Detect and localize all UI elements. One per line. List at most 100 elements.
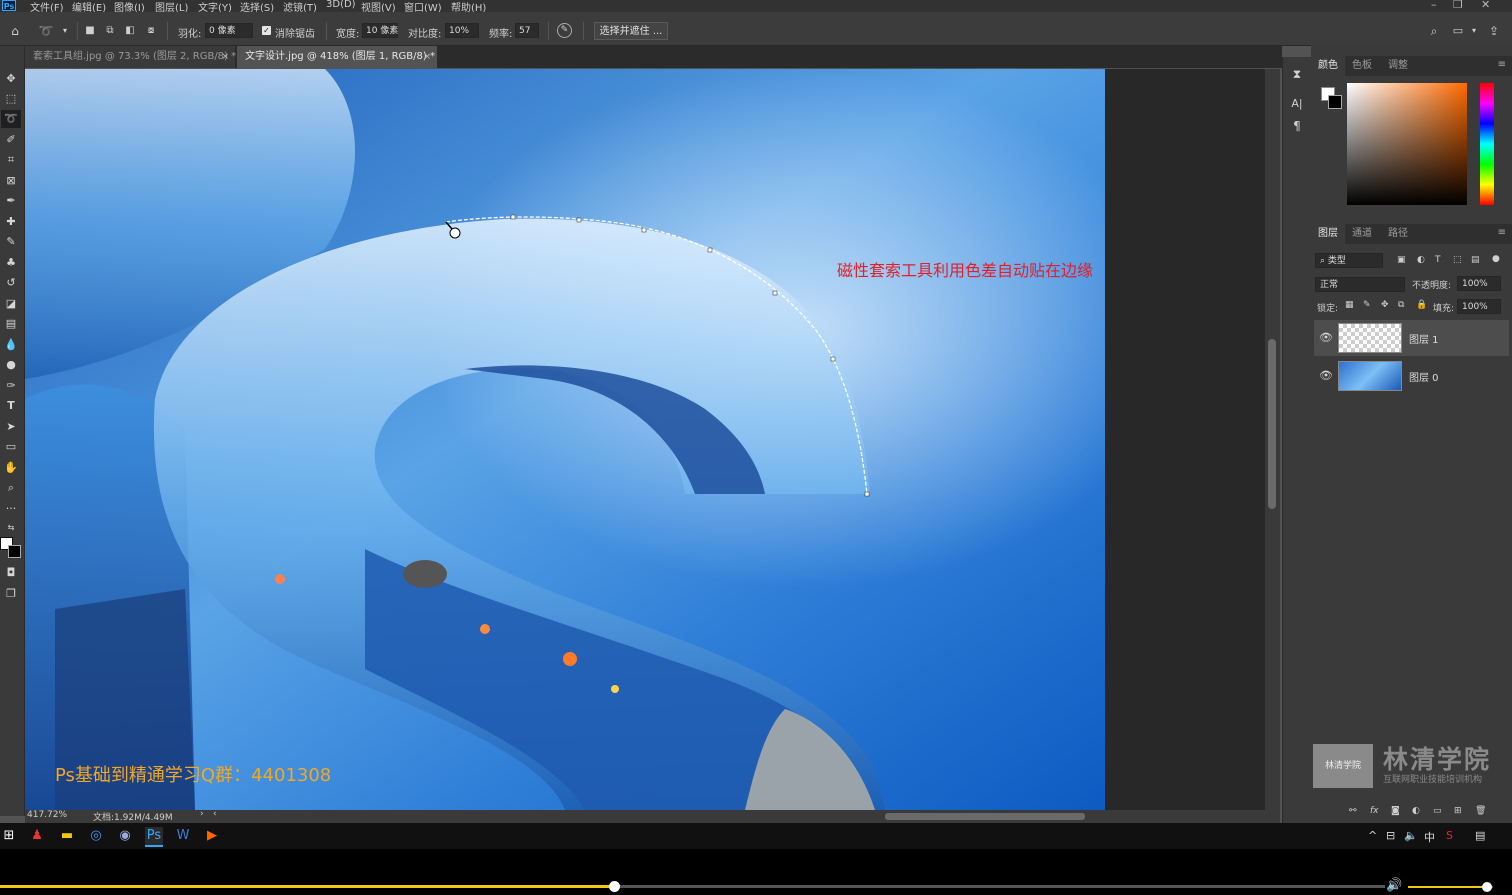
vertical-scrollbar[interactable] bbox=[1265, 69, 1280, 810]
lock-position-icon[interactable]: ✥ bbox=[1381, 300, 1389, 310]
horizontal-scrollbar-thumb[interactable] bbox=[885, 813, 1085, 820]
layer-name[interactable]: 图层 0 bbox=[1409, 369, 1439, 384]
word-icon[interactable]: W bbox=[174, 827, 192, 845]
lock-transparency-icon[interactable]: ▦ bbox=[1345, 300, 1354, 310]
tab-adjustments[interactable]: 调整 bbox=[1381, 56, 1415, 76]
tab-swatches[interactable]: 色板 bbox=[1345, 56, 1379, 76]
filter-adjustment-icon[interactable]: ◐ bbox=[1417, 255, 1425, 265]
trash-icon[interactable]: 🗑 bbox=[1475, 806, 1486, 816]
paragraph-panel-icon[interactable]: ¶ bbox=[1289, 119, 1305, 135]
layer-row-layer-1[interactable]: 👁 图层 1 bbox=[1314, 320, 1509, 356]
antialias-checkbox[interactable]: ✓ bbox=[262, 26, 271, 35]
filter-toggle-icon[interactable]: ● bbox=[1492, 254, 1500, 264]
history-panel-icon[interactable]: ⧗ bbox=[1289, 67, 1305, 83]
hand-tool-icon[interactable]: ✋ bbox=[1, 459, 21, 477]
clone-stamp-tool-icon[interactable]: ♣ bbox=[1, 254, 21, 272]
network-icon[interactable]: ⊟ bbox=[1386, 829, 1395, 842]
blend-mode-select[interactable]: 正常 bbox=[1315, 277, 1405, 292]
filter-smart-object-icon[interactable]: ▤ bbox=[1471, 255, 1480, 265]
blur-tool-icon[interactable]: 💧 bbox=[1, 336, 21, 354]
tray-chevron-up-icon[interactable]: ^ bbox=[1368, 829, 1377, 842]
history-brush-tool-icon[interactable]: ↺ bbox=[1, 274, 21, 292]
select-and-mask-button[interactable]: 选择并遮住 ... bbox=[594, 22, 668, 40]
adjustment-icon[interactable]: ◐ bbox=[1412, 806, 1420, 816]
gradient-tool-icon[interactable]: ▤ bbox=[1, 315, 21, 333]
width-input[interactable]: 10 像素 bbox=[362, 23, 398, 38]
layer-filter-select[interactable]: ⌕ 类型 bbox=[1315, 253, 1383, 268]
hue-slider[interactable] bbox=[1480, 83, 1494, 205]
chevron-left-icon[interactable]: ‹ bbox=[213, 809, 217, 819]
new-selection-icon[interactable]: ■ bbox=[82, 23, 98, 39]
panel-menu-icon[interactable]: ≡ bbox=[1498, 227, 1506, 238]
quick-selection-tool-icon[interactable]: ✐ bbox=[1, 131, 21, 149]
background-color-swatch[interactable] bbox=[1328, 95, 1342, 109]
input-method-icon[interactable]: S bbox=[1446, 829, 1453, 842]
browser-icon[interactable]: ◎ bbox=[87, 827, 105, 845]
eraser-tool-icon[interactable]: ◪ bbox=[1, 295, 21, 313]
frequency-input[interactable]: 57 bbox=[515, 23, 539, 38]
volume-knob[interactable] bbox=[1482, 882, 1493, 892]
filter-pixel-icon[interactable]: ▣ bbox=[1397, 255, 1406, 265]
folder-icon[interactable]: ▭ bbox=[1433, 806, 1442, 816]
quick-mask-icon[interactable]: ◘ bbox=[1, 564, 21, 582]
marquee-tool-icon[interactable]: ⬚ bbox=[1, 90, 21, 108]
volume-icon[interactable]: 🔊 bbox=[1386, 878, 1402, 893]
feather-input[interactable]: 0 像素 bbox=[205, 23, 253, 38]
app-icon[interactable]: ◉ bbox=[116, 827, 134, 845]
windows-start-icon[interactable]: ⊞ bbox=[0, 827, 18, 845]
swap-colors-icon[interactable]: ⇆ bbox=[1, 519, 21, 537]
close-button[interactable]: ✕ bbox=[1481, 0, 1490, 11]
opacity-input[interactable]: 100% bbox=[1457, 276, 1501, 291]
canvas-area[interactable]: 磁性套索工具利用色差自动贴在边缘 Ps基础到精通学习Q群：4401308 bbox=[25, 69, 1265, 810]
layer-row-layer-0[interactable]: 👁 图层 0 bbox=[1314, 358, 1509, 394]
new-layer-icon[interactable]: ⊞ bbox=[1454, 806, 1462, 816]
pen-tool-icon[interactable]: ✑ bbox=[1, 377, 21, 395]
path-selection-tool-icon[interactable]: ➤ bbox=[1, 418, 21, 436]
dodge-tool-icon[interactable]: ● bbox=[1, 356, 21, 374]
chevron-down-icon[interactable]: ▾ bbox=[1466, 23, 1482, 39]
volume-track[interactable] bbox=[1408, 882, 1493, 892]
screen-mode-icon[interactable]: ❐ bbox=[1, 585, 21, 603]
character-panel-icon[interactable]: A| bbox=[1289, 97, 1305, 113]
media-player-icon[interactable]: ▶ bbox=[203, 827, 221, 845]
add-selection-icon[interactable]: ⧉ bbox=[102, 23, 118, 39]
tab-paths[interactable]: 路径 bbox=[1381, 224, 1415, 244]
pen-pressure-icon[interactable]: ✎ bbox=[557, 23, 572, 38]
background-color-swatch[interactable] bbox=[8, 545, 21, 558]
eye-icon[interactable]: 👁 bbox=[1319, 369, 1333, 382]
chevron-down-icon[interactable]: ▾ bbox=[57, 23, 73, 39]
chevron-right-icon[interactable]: › bbox=[200, 809, 204, 819]
fill-input[interactable]: 100% bbox=[1457, 299, 1501, 314]
tab-layers[interactable]: 图层 bbox=[1311, 224, 1345, 244]
ime-indicator[interactable]: 中 bbox=[1424, 829, 1435, 845]
progress-track[interactable] bbox=[0, 881, 1385, 892]
workspace-icon[interactable]: ▭ bbox=[1450, 23, 1466, 39]
more-tools-icon[interactable]: ··· bbox=[1, 500, 21, 518]
notification-icon[interactable]: ▤ bbox=[1475, 829, 1485, 842]
zoom-level[interactable]: 417.72% bbox=[27, 810, 67, 820]
tab-channels[interactable]: 通道 bbox=[1345, 224, 1379, 244]
filter-shape-icon[interactable]: ⬚ bbox=[1453, 255, 1462, 265]
lock-artboard-icon[interactable]: ⧉ bbox=[1398, 300, 1404, 310]
link-icon[interactable]: ⚯ bbox=[1349, 806, 1357, 816]
crop-tool-icon[interactable]: ⌗ bbox=[1, 151, 21, 169]
menu-3d[interactable]: 3D(D) bbox=[326, 0, 356, 10]
panel-menu-icon[interactable]: ≡ bbox=[1498, 59, 1506, 70]
home-icon[interactable]: ⌂ bbox=[7, 23, 23, 39]
app-icon[interactable]: ♟ bbox=[28, 827, 46, 845]
eye-icon[interactable]: 👁 bbox=[1319, 331, 1333, 344]
color-picker-field[interactable] bbox=[1347, 83, 1467, 205]
filter-type-icon[interactable]: T bbox=[1435, 255, 1441, 265]
scrollbar-thumb[interactable] bbox=[1268, 339, 1276, 509]
healing-brush-tool-icon[interactable]: ✚ bbox=[1, 213, 21, 231]
lock-pixels-icon[interactable]: ✎ bbox=[1363, 300, 1371, 310]
tab-lasso-doc[interactable]: 套索工具组.jpg @ 73.3% (图层 2, RGB/8) * × bbox=[25, 46, 236, 68]
close-icon[interactable]: × bbox=[423, 46, 431, 68]
photoshop-taskbar-icon[interactable]: Ps bbox=[145, 827, 163, 847]
tab-color[interactable]: 颜色 bbox=[1311, 56, 1345, 76]
subtract-selection-icon[interactable]: ◧ bbox=[122, 23, 138, 39]
zoom-tool-icon[interactable]: ⌕ bbox=[1, 479, 21, 497]
magnetic-lasso-preset-icon[interactable]: ➰ bbox=[38, 23, 54, 39]
search-icon[interactable]: ⌕ bbox=[1426, 23, 1442, 39]
lock-all-icon[interactable]: 🔒 bbox=[1416, 300, 1427, 310]
